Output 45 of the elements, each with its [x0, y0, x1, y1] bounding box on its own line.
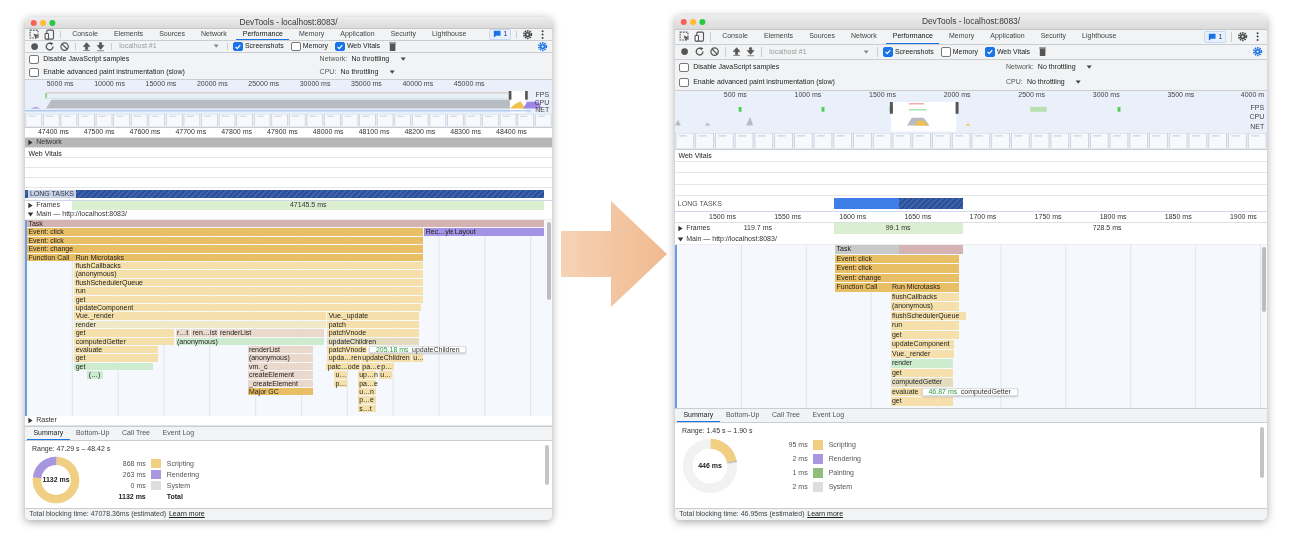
checkbox[interactable] — [335, 41, 345, 52]
triangle-icon[interactable] — [27, 202, 35, 209]
triangle-icon[interactable] — [27, 139, 35, 146]
upload-icon[interactable] — [80, 40, 92, 53]
download-icon[interactable] — [745, 46, 757, 58]
checkbox[interactable] — [290, 41, 301, 52]
upload-icon[interactable] — [730, 46, 742, 58]
checkbox[interactable] — [882, 47, 893, 57]
trash-icon[interactable] — [1037, 46, 1049, 58]
scrollbar-thumb[interactable] — [1262, 247, 1266, 313]
checkbox[interactable] — [679, 77, 689, 88]
triangle-icon[interactable] — [677, 235, 685, 243]
checkbox[interactable] — [29, 54, 39, 65]
checkbox[interactable] — [232, 41, 243, 52]
checkbox[interactable] — [679, 62, 689, 73]
scrollbar-thumb[interactable] — [1260, 427, 1264, 478]
donut-chart — [682, 438, 738, 495]
long-task-bar[interactable] — [25, 189, 545, 199]
device-icon[interactable] — [693, 31, 706, 43]
download-icon[interactable] — [95, 40, 107, 53]
checkbox[interactable] — [29, 67, 39, 78]
clear-icon[interactable] — [708, 46, 720, 58]
triangle-icon[interactable] — [677, 225, 685, 232]
window-title: DevTools - localhost:8083/ — [239, 17, 338, 28]
triangle-icon[interactable] — [27, 211, 35, 218]
record-icon[interactable] — [679, 46, 691, 58]
settings-icon[interactable] — [521, 28, 534, 41]
inspect-icon[interactable] — [679, 31, 691, 43]
window-title: DevTools - localhost:8083/ — [921, 17, 1021, 27]
settings-icon[interactable] — [1236, 31, 1249, 43]
donut-chart — [32, 456, 80, 505]
reload-icon[interactable] — [43, 40, 56, 53]
settings-icon[interactable] — [1251, 46, 1263, 58]
settings-icon[interactable] — [536, 40, 548, 53]
clear-icon[interactable] — [58, 40, 70, 53]
reload-icon[interactable] — [693, 46, 706, 58]
scrollbar-thumb[interactable] — [545, 445, 549, 486]
scrollbar-thumb[interactable] — [547, 222, 551, 301]
device-icon[interactable] — [43, 28, 56, 41]
triangle-icon[interactable] — [27, 417, 35, 424]
inspect-icon[interactable] — [29, 28, 41, 41]
trash-icon[interactable] — [387, 40, 399, 53]
checkbox[interactable] — [940, 47, 951, 57]
checkbox[interactable] — [985, 47, 995, 57]
message-icon — [1207, 32, 1217, 42]
